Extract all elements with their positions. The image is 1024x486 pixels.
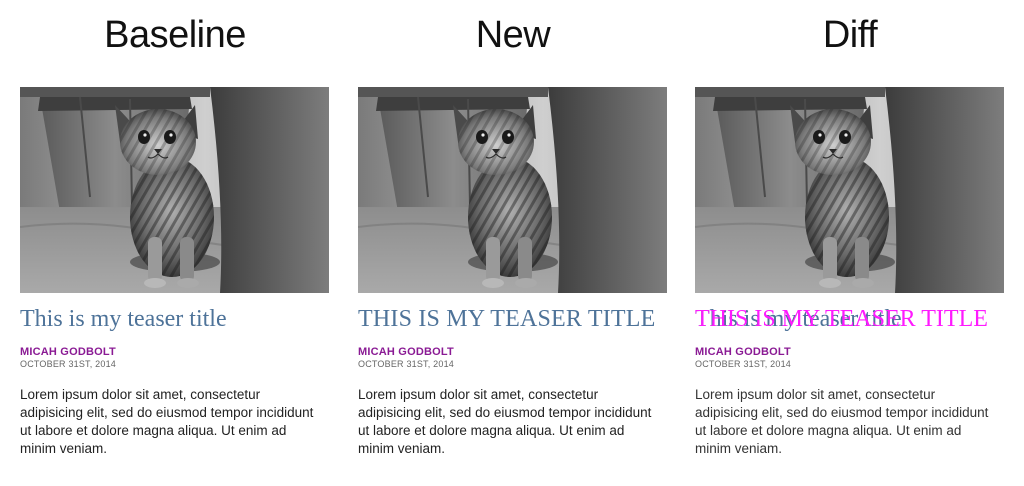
- diff-teaser-title: This is my teaser title THIS IS MY TEASE…: [695, 306, 1015, 336]
- new-column: New THIS IS MY TEASER TITLE MICAH GODBOL…: [358, 0, 678, 486]
- column-heading: Baseline: [104, 14, 246, 56]
- diff-title-new: THIS IS MY TEASER TITLE: [695, 306, 988, 332]
- column-heading: New: [475, 14, 551, 56]
- author-name: MICAH GODBOLT: [358, 346, 454, 358]
- diff-column: Diff This is my teaser title THIS IS MY …: [695, 0, 1015, 486]
- author-name: MICAH GODBOLT: [695, 346, 791, 358]
- post-date: OCTOBER 31ST, 2014: [695, 359, 791, 369]
- baseline-column: Baseline This is my teaser title MICAH G…: [20, 0, 340, 486]
- teaser-title: THIS IS MY TEASER TITLE: [358, 306, 656, 332]
- post-date: OCTOBER 31ST, 2014: [358, 359, 454, 369]
- column-heading: Diff: [822, 14, 878, 56]
- post-date: OCTOBER 31ST, 2014: [20, 359, 116, 369]
- teaser-body: Lorem ipsum dolor sit amet, consectetur …: [358, 387, 652, 456]
- kitten-photo: [358, 87, 667, 293]
- kitten-photo: [695, 87, 1004, 293]
- teaser-title: This is my teaser title: [20, 306, 227, 332]
- teaser-body: Lorem ipsum dolor sit amet, consectetur …: [20, 387, 314, 456]
- teaser-body: Lorem ipsum dolor sit amet, consectetur …: [695, 387, 989, 456]
- kitten-photo: [20, 87, 329, 293]
- author-name: MICAH GODBOLT: [20, 346, 116, 358]
